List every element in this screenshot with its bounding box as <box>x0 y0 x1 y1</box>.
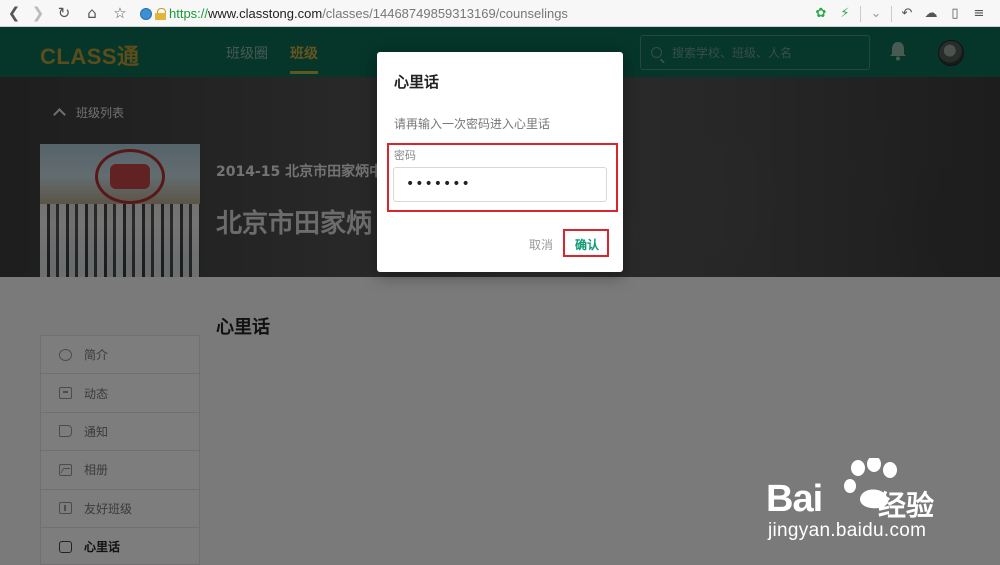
reload-icon[interactable]: ↻ <box>52 1 76 25</box>
lock-icon <box>155 7 166 20</box>
url-host: www.classtong.com <box>208 6 323 21</box>
undo-icon[interactable]: ↶ <box>898 5 916 23</box>
browser-toolbar: ❮ ❯ ↻ ⌂ ☆ https:// www.classtong.com /cl… <box>0 0 1000 27</box>
password-field[interactable]: ••••••• <box>393 167 607 202</box>
toolbar-divider <box>891 5 892 22</box>
url-path: /classes/14468749859313169/counselings <box>322 6 568 21</box>
baidu-watermark: Bai 经验 jingyan.baidu.com <box>766 458 986 548</box>
back-icon[interactable]: ❮ <box>2 1 26 25</box>
menu-icon[interactable]: ≡ <box>970 5 988 23</box>
site-globe-icon <box>140 7 152 20</box>
cloud-icon[interactable]: ☁ <box>922 5 940 23</box>
password-dialog: 心里话 请再输入一次密码进入心里话 密码 ••••••• 取消 确认 <box>377 52 623 272</box>
phone-icon[interactable]: ▯ <box>946 5 964 23</box>
url-scheme: https:// <box>169 6 209 21</box>
bookmark-star-icon[interactable]: ☆ <box>108 1 132 25</box>
cancel-button[interactable]: 取消 <box>529 236 553 253</box>
dialog-title: 心里话 <box>394 73 440 91</box>
watermark-url: jingyan.baidu.com <box>768 520 927 541</box>
chevron-down-icon[interactable]: ⌄ <box>867 5 885 23</box>
lightning-icon[interactable]: ⚡ <box>836 5 854 23</box>
toolbar-divider <box>860 5 861 22</box>
extension-icon[interactable]: ✿ <box>812 5 830 23</box>
dialog-message: 请再输入一次密码进入心里话 <box>394 117 551 131</box>
confirm-button[interactable]: 确认 <box>575 236 599 253</box>
password-label: 密码 <box>394 149 416 162</box>
address-bar[interactable]: https:// www.classtong.com /classes/1446… <box>140 3 880 24</box>
watermark-brand: Bai <box>766 478 823 520</box>
watermark-jingyan: 经验 <box>878 489 935 522</box>
browser-extensions: ✿ ⚡ ⌄ ↶ ☁ ▯ ≡ <box>812 0 1000 27</box>
forward-icon[interactable]: ❯ <box>26 1 50 25</box>
home-icon[interactable]: ⌂ <box>80 1 104 25</box>
